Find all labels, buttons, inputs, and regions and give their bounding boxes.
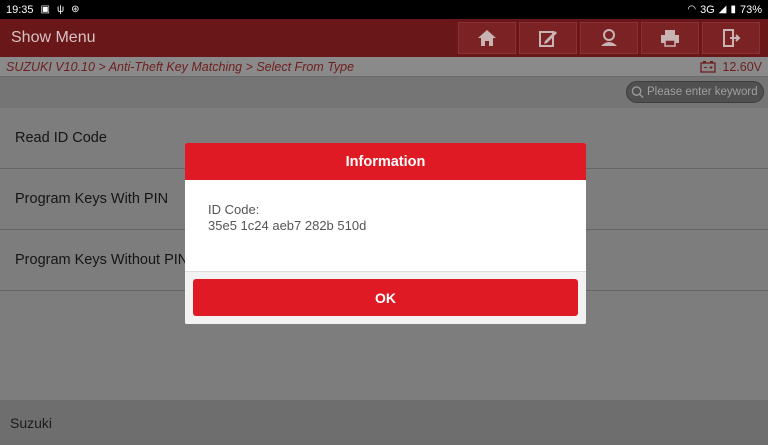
footer-label: Suzuki [10,414,53,431]
search-box[interactable] [626,81,764,103]
print-button[interactable] [641,22,699,54]
status-bar: 19:35 ▣ ψ ⊛ ◠ 3G ◢ ▮ 73% [0,0,768,19]
ok-button[interactable]: OK [193,279,578,316]
voltage-readout: 12.60V [722,59,762,74]
edit-icon [539,31,557,47]
printer-icon [661,30,679,47]
edit-button[interactable] [519,22,577,54]
search-input[interactable] [647,86,763,98]
information-dialog: Information ID Code: 35e5 1c24 aeb7 282b… [185,143,586,324]
signal-icon: ◢ [718,3,727,15]
footer-bar: Suzuki [0,400,768,445]
sync-notification-icon: ⊛ [71,3,80,15]
exit-icon [723,29,741,47]
home-icon [478,30,496,46]
battery-icon: ▮ [730,3,736,15]
list-item-label: Program Keys Without PIN [15,252,189,268]
battery-level: 73% [739,3,762,16]
dialog-body: ID Code: 35e5 1c24 aeb7 282b 510d [185,180,586,271]
battery-voltage-icon [700,60,717,73]
list-item-label: Program Keys With PIN [15,191,169,207]
breadcrumb: SUZUKI V10.10 > Anti-Theft Key Matching … [0,57,768,77]
gallery-notification-icon: ▣ [40,3,50,15]
exit-button[interactable] [702,22,760,54]
network-type: 3G [700,3,715,16]
breadcrumb-path: SUZUKI V10.10 > Anti-Theft Key Matching … [6,59,355,74]
dialog-title: Information [185,143,586,180]
status-time: 19:35 [6,3,34,16]
user-icon [601,29,617,46]
page-title: Show Menu [11,29,96,46]
search-row [0,77,768,108]
home-button[interactable] [458,22,516,54]
usb-notification-icon: ψ [56,3,65,15]
list-item-label: Read ID Code [15,130,107,146]
wifi-icon: ◠ [687,3,697,15]
search-icon [631,86,644,99]
user-button[interactable] [580,22,638,54]
id-code-value: 35e5 1c24 aeb7 282b 510d [208,218,367,233]
dialog-footer: OK [185,271,586,324]
title-bar: Show Menu [0,19,768,57]
id-code-label: ID Code: [208,202,260,217]
